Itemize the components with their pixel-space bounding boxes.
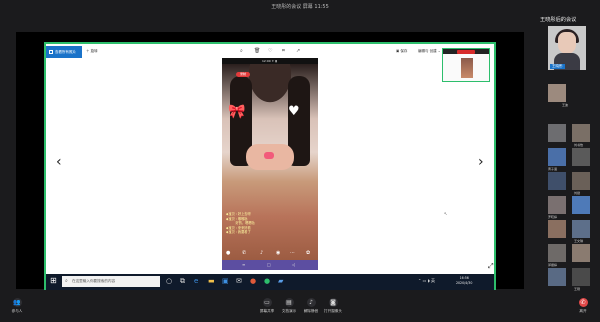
participant-tile[interactable] <box>548 244 566 262</box>
edge-browser-icon[interactable]: e <box>194 277 198 285</box>
task-view-icon[interactable]: ○ <box>166 277 172 285</box>
phone-icon: ✆ <box>242 250 247 256</box>
save-button[interactable]: ▣ 保存 <box>396 49 407 54</box>
shared-screen-content: 查看所有照片 ＋ 旋转 ⌕ 🗑 ♡ ⌗ ↗ ▣ 保存 编辑与 创建 ⌄ ‹ › … <box>44 42 496 290</box>
expand-icon[interactable]: ⤢ <box>488 262 494 271</box>
chat-line: ◆宝贝 : 好上去呀 <box>226 212 251 216</box>
delete-icon[interactable]: 🗑 <box>254 49 260 54</box>
participant-tile[interactable] <box>572 172 590 190</box>
speaker-name: 王晓彤 <box>550 64 565 69</box>
mail-icon[interactable]: ✉ <box>236 277 242 285</box>
home-icon: □ <box>267 262 271 267</box>
taskbar-clock: 16:56 2020/4/30 <box>456 276 472 285</box>
participant-tile[interactable] <box>572 196 590 214</box>
participant-tile[interactable] <box>548 84 566 102</box>
gift-icon: ✿ <box>306 250 311 256</box>
document-icon: ▤ <box>284 298 294 307</box>
windows-taskbar: ⊞ ⌕ 在这里输入你要搜索的内容 ○ ⧉ e ▬ ▣ ✉ ● ● ▰ ⌃ ▭ ◗… <box>46 274 494 290</box>
rotate-button[interactable]: ＋ 旋转 <box>86 49 98 54</box>
chat-line: ◆宝贝 : 我要看了 <box>226 230 251 235</box>
taskbar-search-input[interactable]: ⌕ 在这里输入你要搜索的内容 <box>62 276 160 287</box>
bow-sticker-icon: 🎀 <box>228 104 246 120</box>
participant-tile[interactable] <box>548 196 566 214</box>
recording-badge <box>457 49 475 54</box>
recording-pill: 录制 <box>236 72 250 77</box>
participant-tile[interactable] <box>548 124 566 142</box>
phone-action-icons: ● ✆ ♪ ◉ ⋯ ✿ <box>226 250 314 258</box>
photos-app-icon[interactable]: ▰ <box>278 277 283 285</box>
heart-sticker-icon: ♥ <box>288 104 300 119</box>
participant-tile[interactable] <box>572 148 590 166</box>
participant-name: 黄子涵 <box>548 167 558 171</box>
previous-photo-arrow[interactable]: ‹ <box>56 154 62 170</box>
participants-button[interactable]: 👥 参与人 <box>2 298 32 314</box>
leave-button[interactable]: ✆ 离开 <box>568 298 598 314</box>
camera-label: 打开摄像头 <box>324 309 342 313</box>
participant-name: 刘健 <box>574 191 581 195</box>
wechat-icon[interactable]: ● <box>264 277 270 285</box>
menu-icon: ≡ <box>242 262 246 267</box>
windows-start-icon[interactable]: ⊞ <box>50 277 57 285</box>
system-tray[interactable]: ⌃ ▭ ◗ 英 <box>418 278 435 284</box>
meeting-title: 王晓彤后的会议 <box>540 17 577 23</box>
people-icon: 👥 <box>12 298 22 307</box>
mouse-cursor-icon: ↖ <box>444 211 448 216</box>
chat-messages: ◆宝贝 : 好上去呀 ◆宝贝 : 嘟嘟哒 好的，嗯嗯哒 ◆宝贝 : 来来好看 ◆… <box>226 212 255 235</box>
more-icon: ⋯ <box>290 250 295 256</box>
participant-name: 王迪 <box>562 103 569 107</box>
back-icon: ◁ <box>292 262 296 267</box>
participant-tile[interactable] <box>548 172 566 190</box>
clock-date: 2020/4/30 <box>456 280 473 285</box>
store-icon[interactable]: ▣ <box>222 277 229 285</box>
mini-preview-bar <box>443 49 489 54</box>
favorite-icon[interactable]: ♡ <box>268 49 272 54</box>
camera-icon: ◉ <box>276 250 281 256</box>
participant-tile[interactable] <box>572 244 590 262</box>
participant-tile[interactable] <box>548 148 566 166</box>
participants-label: 参与人 <box>11 309 23 313</box>
meeting-window: 王晓彤的会议 屏幕 11:55 查看所有照片 ＋ 旋转 ⌕ 🗑 ♡ ⌗ ↗ ▣ … <box>0 0 600 322</box>
participant-name: 郭振婷 <box>548 263 558 267</box>
mini-preview-image <box>461 58 473 78</box>
hangup-icon: ✆ <box>578 298 588 307</box>
participant-tile[interactable] <box>548 268 566 286</box>
edit-create-button[interactable]: 编辑与 创建 ⌄ <box>418 49 441 54</box>
leave-label: 离开 <box>579 309 587 313</box>
mic-icon: ♪ <box>260 250 264 256</box>
photos-icon <box>49 50 53 54</box>
camera-off-icon: ◙ <box>328 298 338 307</box>
phone-nav-bar: ≡ □ ◁ <box>222 260 318 270</box>
speaker-face <box>558 32 576 54</box>
participant-name: 王文琪 <box>574 239 584 243</box>
screen-share-icon: ▭ <box>262 298 272 307</box>
window-title: 王晓彤的会议 屏幕 11:55 <box>271 4 329 10</box>
record-icon: ● <box>226 250 231 256</box>
camera-button[interactable]: ◙ 打开摄像头 <box>318 298 348 314</box>
app-icon[interactable]: ● <box>250 277 256 285</box>
file-explorer-icon[interactable]: ▬ <box>208 277 215 285</box>
share-icon[interactable]: ↗ <box>296 49 300 54</box>
phone-in-hands <box>264 152 274 159</box>
search-icon: ⌕ <box>65 278 68 284</box>
participant-name: 刘书怡 <box>574 143 584 147</box>
meeting-toolbar: 👥 参与人 ▭ 屏幕共享 ▤ 文档演示 ♪ 解除静音 ◙ 打开摄像头 ✆ 离开 <box>0 294 600 322</box>
search-placeholder: 在这里输入你要搜索的内容 <box>72 279 116 283</box>
livestream-photo: 🎀 ♥ 录制 ◆宝贝 : 好上去呀 ◆宝贝 : 嘟嘟哒 好的，嗯嗯哒 ◆宝贝 :… <box>222 64 318 260</box>
multitask-icon[interactable]: ⧉ <box>180 277 185 285</box>
zoom-icon[interactable]: ⌕ <box>240 49 243 54</box>
next-photo-arrow[interactable]: › <box>478 154 484 170</box>
participant-tile[interactable] <box>572 124 590 142</box>
participant-tile[interactable] <box>572 268 590 286</box>
participant-tile[interactable] <box>548 220 566 238</box>
phone-screenshot: 12:00 ✦ ▮ 🎀 ♥ 录制 ◆宝贝 : 好上去呀 ◆宝贝 : 嘟嘟哒 好的… <box>222 58 318 270</box>
mic-muted-icon: ♪ <box>306 298 316 307</box>
mini-screen-preview[interactable] <box>442 48 490 82</box>
participant-name: 罗晓婷 <box>548 215 558 219</box>
participant-name: 王刚 <box>574 287 581 291</box>
view-all-photos-tab[interactable]: 查看所有照片 <box>46 46 82 58</box>
participant-tile[interactable] <box>572 220 590 238</box>
view-all-photos-label: 查看所有照片 <box>55 50 76 54</box>
crop-icon[interactable]: ⌗ <box>282 49 285 54</box>
